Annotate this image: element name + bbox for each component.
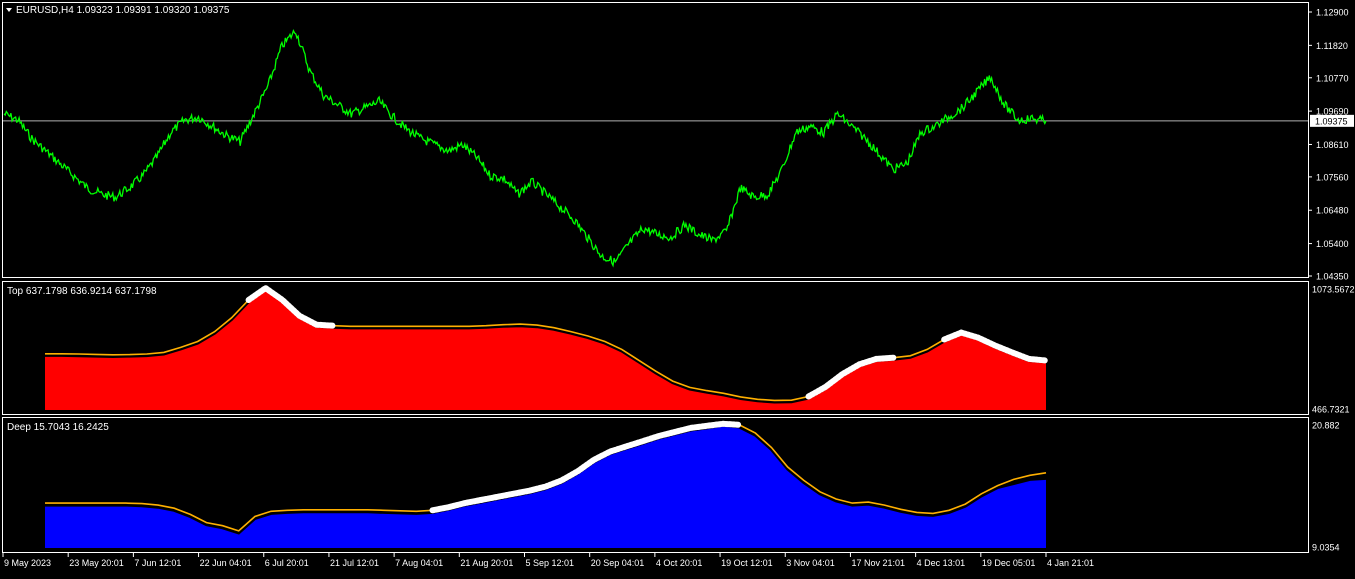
top-tick-label: 466.7321	[1312, 405, 1350, 415]
symbol-label: EURUSD,H4 1.09323 1.09391 1.09320 1.0937…	[16, 5, 230, 16]
time-tick-label: 6 Jul 20:01	[265, 558, 309, 568]
current-price-label: 1.09375	[1315, 116, 1348, 126]
deep-indicator-label: Deep 15.7043 16.2425	[7, 422, 109, 433]
time-tick-label: 9 May 2023	[4, 558, 51, 568]
symbol-header[interactable]: EURUSD,H4 1.09323 1.09391 1.09320 1.0937…	[6, 5, 230, 16]
price-tick-label: 1.08610	[1316, 140, 1349, 150]
time-tick-label: 4 Jan 21:01	[1047, 558, 1094, 568]
time-tick-label: 5 Sep 12:01	[526, 558, 575, 568]
deep-tick-label: 20.882	[1312, 421, 1340, 431]
time-tick-label: 7 Aug 04:01	[395, 558, 443, 568]
deep-tick-label: 9.0354	[1312, 543, 1340, 553]
top-marker-trail	[313, 321, 337, 329]
time-tick-label: 7 Jun 12:01	[134, 558, 181, 568]
price-tick-label: 1.07560	[1316, 172, 1349, 182]
time-tick-label: 19 Dec 05:01	[982, 558, 1036, 568]
price-tick-label: 1.11820	[1316, 41, 1348, 51]
price-tick-label: 1.12900	[1316, 8, 1349, 18]
time-tick-label: 21 Aug 20:01	[460, 558, 513, 568]
time-tick-label: 23 May 20:01	[69, 558, 124, 568]
time-tick-label: 4 Dec 13:01	[917, 558, 966, 568]
top-indicator-label: Top 637.1798 636.9214 637.1798	[7, 286, 157, 297]
mt4-chart-window[interactable]: EURUSD,H4 1.09323 1.09391 1.09320 1.0937…	[0, 0, 1355, 574]
price-tick-label: 1.05400	[1316, 239, 1349, 249]
time-tick-label: 19 Oct 12:01	[721, 558, 773, 568]
time-tick-label: 3 Nov 04:01	[786, 558, 835, 568]
price-tick-label: 1.06480	[1316, 206, 1349, 216]
time-tick-label: 4 Oct 20:01	[656, 558, 703, 568]
price-tick-label: 1.10770	[1316, 73, 1349, 83]
price-tick-label: 1.04350	[1316, 272, 1349, 282]
time-tick-label: 20 Sep 04:01	[591, 558, 645, 568]
chart-canvas[interactable]: EURUSD,H4 1.09323 1.09391 1.09320 1.0937…	[0, 0, 1355, 574]
top-tick-label: 1073.5672	[1312, 285, 1355, 295]
time-tick-label: 22 Jun 04:01	[200, 558, 252, 568]
time-tick-label: 21 Jul 12:01	[330, 558, 379, 568]
time-tick-label: 17 Nov 21:01	[851, 558, 905, 568]
